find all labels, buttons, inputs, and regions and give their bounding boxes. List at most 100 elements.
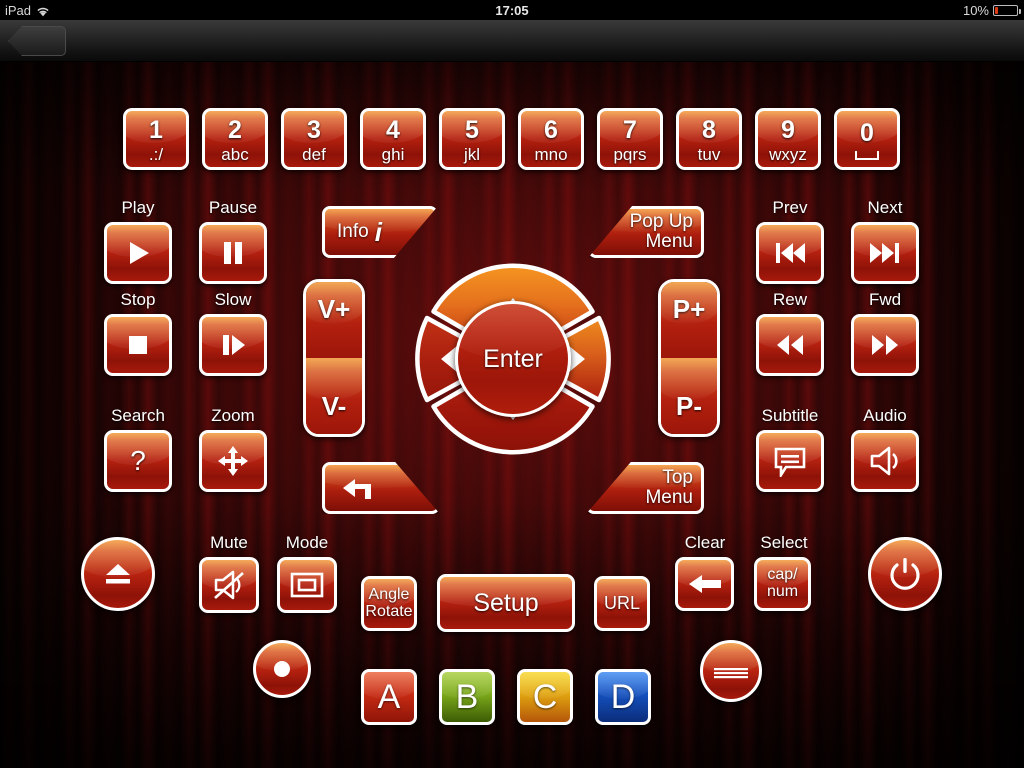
url-label: URL — [603, 593, 640, 613]
search-button[interactable]: ? — [104, 430, 172, 492]
volume-down-button[interactable]: V- — [306, 358, 362, 434]
numkey-7-number: 7 — [623, 115, 637, 144]
numkey-2-letters: abc — [221, 144, 249, 164]
search-label: Search — [111, 406, 165, 425]
numkey-4-letters: ghi — [381, 144, 405, 164]
stop-icon — [129, 336, 147, 354]
numkey-5-number: 5 — [465, 115, 479, 144]
play-icon — [130, 242, 149, 264]
numkey-7-letters: pqrs — [613, 144, 647, 164]
numkey-1-number: 1 — [149, 115, 163, 144]
popup-menu-line1: Pop Up — [629, 211, 693, 233]
angle-rotate-button[interactable]: Angle Rotate — [361, 576, 417, 631]
numkey-8-number: 8 — [702, 115, 716, 144]
numkey-6-letters: mno — [534, 144, 568, 164]
space-bar-icon — [855, 150, 879, 160]
numkey-3-number: 3 — [307, 115, 321, 144]
stop-label: Stop — [120, 290, 156, 309]
return-arrow-icon — [343, 479, 371, 499]
volume-down-label: V- — [321, 391, 347, 421]
volume-up-button[interactable]: V+ — [306, 282, 362, 358]
numkey-5-letters: jkl — [463, 144, 481, 164]
mode-button[interactable] — [277, 557, 337, 613]
color-key-c-label: C — [532, 677, 558, 716]
play-button[interactable] — [104, 222, 172, 284]
mute-button[interactable] — [199, 557, 259, 613]
eject-icon — [106, 564, 130, 584]
numkey-2-number: 2 — [228, 115, 242, 144]
select-label: Select — [760, 533, 808, 552]
top-menu-line1: Top — [662, 467, 693, 489]
zoom-button[interactable] — [199, 430, 267, 492]
top-menu-line2: Menu — [645, 487, 693, 508]
app-logo-button[interactable] — [700, 640, 762, 702]
slow-button[interactable] — [199, 314, 267, 376]
prev-button[interactable] — [756, 222, 824, 284]
pause-button[interactable] — [199, 222, 267, 284]
stop-button[interactable] — [104, 314, 172, 376]
numkey-9-number: 9 — [781, 115, 795, 144]
color-key-b[interactable]: B — [439, 669, 495, 725]
subtitle-bubble-icon — [774, 447, 806, 477]
setup-label: Setup — [473, 588, 539, 617]
power-icon — [890, 558, 920, 590]
numkey-0-number: 0 — [860, 118, 874, 147]
next-button[interactable] — [851, 222, 919, 284]
clear-button[interactable] — [675, 557, 734, 611]
subtitle-button[interactable] — [756, 430, 824, 492]
program-down-label: P- — [676, 391, 702, 421]
color-key-a-label: A — [377, 677, 401, 716]
numkey-6-number: 6 — [544, 115, 558, 144]
numkey-8[interactable]: 8 tuv — [676, 108, 742, 170]
setup-button[interactable]: Setup — [437, 574, 575, 632]
numkey-6[interactable]: 6 mno — [518, 108, 584, 170]
angle-rotate-line2: Rotate — [365, 602, 413, 620]
popup-menu-line2: Menu — [645, 231, 693, 252]
rew-label: Rew — [772, 290, 807, 309]
enter-button[interactable]: Enter — [455, 301, 571, 417]
pause-label: Pause — [208, 198, 258, 217]
fwd-label: Fwd — [868, 290, 902, 309]
numkey-0[interactable]: 0 — [834, 108, 900, 170]
color-key-c[interactable]: C — [517, 669, 573, 725]
numkey-2[interactable]: 2 abc — [202, 108, 268, 170]
program-rocker[interactable]: P+ P- — [658, 279, 720, 437]
program-down-button[interactable]: P- — [661, 358, 717, 434]
program-up-button[interactable]: P+ — [661, 282, 717, 358]
record-button[interactable] — [253, 640, 311, 698]
mode-label: Mode — [285, 533, 329, 552]
color-key-d-label: D — [610, 677, 636, 716]
play-label: Play — [121, 198, 155, 217]
ipad-remote-screen: iPad 17:05 10% 1 .:/ 2 abc 3 def 4 ghi 5… — [0, 0, 1024, 768]
mute-icon — [214, 570, 244, 600]
numkey-1[interactable]: 1 .:/ — [123, 108, 189, 170]
volume-rocker[interactable]: V+ V- — [303, 279, 365, 437]
eject-button[interactable] — [81, 537, 155, 611]
numkey-5[interactable]: 5 jkl — [439, 108, 505, 170]
numkey-4[interactable]: 4 ghi — [360, 108, 426, 170]
color-key-d[interactable]: D — [595, 669, 651, 725]
fwd-button[interactable] — [851, 314, 919, 376]
volume-up-label: V+ — [317, 294, 351, 324]
rew-button[interactable] — [756, 314, 824, 376]
pause-icon — [224, 242, 242, 264]
four-way-arrows-icon — [218, 446, 248, 476]
numkey-9-letters: wxyz — [769, 144, 807, 164]
numkey-3[interactable]: 3 def — [281, 108, 347, 170]
info-i-icon: i — [374, 216, 382, 247]
power-button[interactable] — [868, 537, 942, 611]
select-line2: num — [766, 583, 799, 600]
prev-label: Prev — [772, 198, 808, 217]
select-button[interactable]: cap/ num — [754, 557, 811, 611]
numkey-3-letters: def — [302, 144, 326, 164]
numkey-1-letters: .:/ — [148, 144, 164, 164]
record-icon — [274, 661, 290, 677]
url-button[interactable]: URL — [594, 576, 650, 631]
info-label: Info — [337, 221, 369, 242]
numkey-8-letters: tuv — [697, 144, 721, 164]
color-key-a[interactable]: A — [361, 669, 417, 725]
numkey-9[interactable]: 9 wxyz — [755, 108, 821, 170]
audio-button[interactable] — [851, 430, 919, 492]
numkey-7[interactable]: 7 pqrs — [597, 108, 663, 170]
color-key-b-label: B — [455, 677, 479, 716]
